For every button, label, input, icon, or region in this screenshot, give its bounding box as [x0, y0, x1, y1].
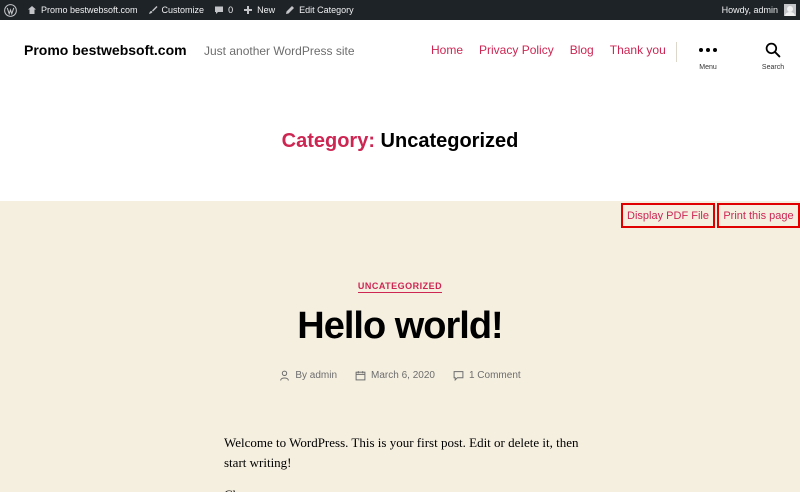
post-meta: By admin March 6, 2020 1 Comment [0, 370, 800, 381]
calendar-icon [355, 371, 366, 381]
customize-link[interactable]: Customize [143, 0, 210, 20]
post-category: UNCATEGORIZED [0, 276, 800, 294]
menu-label: Menu [699, 64, 717, 71]
post-comments: 1 Comment [453, 370, 521, 381]
archive-title: Category: Uncategorized [0, 130, 800, 153]
post-content-area: Display PDF File Print this page UNCATEG… [0, 201, 800, 492]
edit-category-link[interactable]: Edit Category [280, 0, 359, 20]
menu-toggle[interactable]: Menu [693, 42, 723, 71]
pencil-icon [286, 6, 295, 14]
new-content-menu[interactable]: New [238, 0, 280, 20]
post-body: Welcome to WordPress. This is your first… [224, 433, 584, 492]
primary-nav: Home Privacy Policy Blog Thank you [431, 43, 666, 57]
post-title[interactable]: Hello world! [0, 305, 800, 348]
nav-blog[interactable]: Blog [570, 43, 594, 57]
post-date-link[interactable]: March 6, 2020 [371, 370, 435, 381]
customize-label: Customize [161, 5, 205, 15]
my-account-menu[interactable]: Howdy, admin [717, 0, 800, 20]
wordpress-icon [4, 3, 17, 17]
post-category-link[interactable]: UNCATEGORIZED [357, 281, 443, 293]
comment-bubble-icon [215, 6, 224, 14]
nav-thank-you[interactable]: Thank you [610, 43, 666, 57]
avatar-icon [784, 4, 796, 16]
site-title[interactable]: Promo bestwebsoft.com [24, 42, 187, 58]
site-header: Promo bestwebsoft.com Just another WordP… [0, 20, 800, 82]
post-author-link[interactable]: By admin [295, 370, 337, 381]
post-paragraph: Welcome to WordPress. This is your first… [224, 435, 579, 470]
menu-dots-icon [699, 42, 717, 58]
post-author: By admin [279, 370, 337, 381]
archive-prefix: Category: [281, 130, 375, 152]
site-name-menu[interactable]: Promo bestwebsoft.com [22, 0, 143, 20]
search-icon [765, 42, 781, 58]
plus-icon [244, 6, 253, 14]
archive-name: Uncategorized [380, 130, 519, 152]
display-pdf-button[interactable]: Display PDF File [621, 203, 715, 228]
edit-category-label: Edit Category [299, 5, 354, 15]
site-name-label: Promo bestwebsoft.com [41, 5, 138, 15]
new-label: New [257, 5, 276, 15]
comment-icon [453, 371, 464, 381]
archive-header: Category: Uncategorized [0, 82, 800, 201]
admin-bar: Promo bestwebsoft.com Customize 0 New Ed… [0, 0, 800, 20]
site-description: Just another WordPress site [204, 44, 355, 58]
search-toggle[interactable]: Search [757, 42, 789, 71]
wp-logo-menu[interactable] [0, 0, 22, 20]
nav-privacy-policy[interactable]: Privacy Policy [479, 43, 554, 57]
post-comments-link[interactable]: 1 Comment [469, 370, 521, 381]
comments-link[interactable]: 0 [209, 0, 238, 20]
print-page-button[interactable]: Print this page [717, 203, 800, 228]
nav-divider [676, 42, 677, 62]
person-icon [280, 370, 290, 381]
home-icon [28, 6, 36, 14]
search-label: Search [761, 64, 785, 71]
post-date: March 6, 2020 [355, 370, 435, 381]
brush-icon [148, 6, 158, 14]
howdy-label: Howdy, admin [721, 5, 778, 15]
comments-count: 0 [228, 5, 234, 15]
post-paragraph-partial: Ch [224, 485, 584, 492]
nav-home[interactable]: Home [431, 43, 463, 57]
